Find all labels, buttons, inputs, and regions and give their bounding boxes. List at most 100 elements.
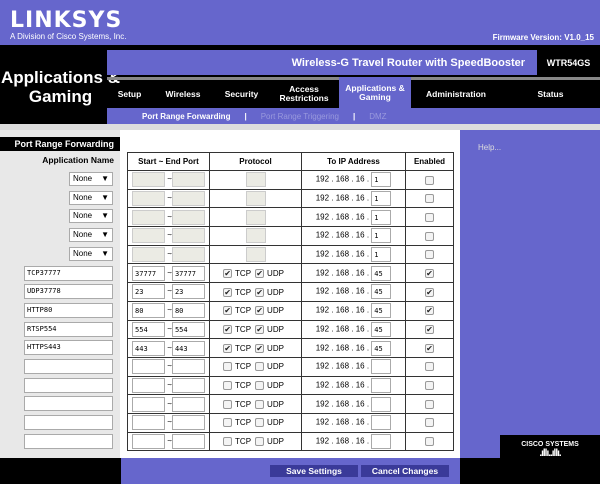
start-port-input[interactable]: 37777 bbox=[132, 265, 166, 281]
application-name-input[interactable]: HTTPS443 bbox=[24, 340, 113, 356]
ip-last-octet-input[interactable]: 1 bbox=[371, 209, 392, 225]
tcp-checkbox[interactable] bbox=[223, 381, 233, 391]
end-port-input[interactable] bbox=[171, 433, 205, 449]
ip-last-octet-input[interactable] bbox=[371, 396, 392, 412]
start-port-input[interactable] bbox=[132, 415, 166, 431]
ip-last-octet-input[interactable] bbox=[371, 377, 392, 393]
nav-tab-1[interactable]: Wireless bbox=[152, 80, 214, 108]
end-port-input[interactable] bbox=[171, 415, 205, 431]
start-port-input[interactable]: 554 bbox=[132, 321, 166, 337]
udp-checkbox[interactable] bbox=[255, 418, 265, 428]
tcp-checkbox[interactable]: ✔ bbox=[223, 306, 233, 316]
ip-last-octet-input[interactable]: 45 bbox=[371, 265, 392, 281]
enabled-checkbox[interactable] bbox=[425, 418, 434, 428]
end-port-input[interactable]: 23 bbox=[171, 284, 205, 300]
start-port-input[interactable]: 443 bbox=[132, 340, 166, 356]
app-row: None ▼ bbox=[0, 189, 120, 208]
udp-checkbox[interactable]: ✔ bbox=[255, 287, 265, 297]
subnav-tab-0[interactable]: Port Range Forwarding bbox=[142, 112, 230, 121]
tcp-checkbox[interactable] bbox=[223, 399, 233, 409]
start-port-input[interactable] bbox=[132, 377, 166, 393]
ip-prefix: 192 . 168 . 16 . bbox=[315, 436, 370, 446]
application-select[interactable]: None ▼ bbox=[69, 172, 113, 186]
nav-tab-3[interactable]: Access Restrictions bbox=[269, 80, 339, 108]
tcp-checkbox[interactable]: ✔ bbox=[223, 325, 233, 335]
application-name-input[interactable] bbox=[24, 396, 113, 412]
end-port-input[interactable] bbox=[171, 396, 205, 412]
enabled-checkbox[interactable] bbox=[425, 212, 434, 222]
application-name-input[interactable] bbox=[24, 415, 113, 431]
help-link[interactable]: Help... bbox=[478, 143, 501, 152]
start-port-input[interactable] bbox=[132, 359, 166, 375]
subnav-tab-1[interactable]: Port Range Triggering bbox=[261, 112, 339, 121]
application-name-input[interactable]: RTSP554 bbox=[24, 321, 113, 337]
application-name-input[interactable] bbox=[24, 359, 113, 374]
application-name-input[interactable]: TCP37777 bbox=[24, 265, 113, 281]
udp-checkbox[interactable] bbox=[255, 437, 265, 447]
application-select[interactable]: None ▼ bbox=[69, 228, 113, 243]
nav-tab-4[interactable]: Applications & Gaming bbox=[339, 77, 411, 108]
tcp-checkbox[interactable] bbox=[223, 437, 233, 447]
end-port-input[interactable] bbox=[171, 377, 205, 393]
enabled-checkbox[interactable]: ✔ bbox=[425, 306, 434, 316]
save-settings-button[interactable]: Save Settings bbox=[270, 465, 358, 477]
udp-checkbox[interactable]: ✔ bbox=[255, 343, 265, 353]
nav-tab-5[interactable]: Administration bbox=[411, 80, 501, 108]
application-name-input[interactable]: UDP37778 bbox=[24, 284, 113, 300]
application-name-input[interactable]: HTTP80 bbox=[24, 302, 113, 318]
application-name-input[interactable] bbox=[24, 377, 113, 393]
start-port-input[interactable] bbox=[132, 433, 166, 449]
application-select[interactable]: None ▼ bbox=[69, 209, 113, 224]
start-port-input[interactable]: 23 bbox=[132, 284, 166, 300]
enabled-checkbox[interactable] bbox=[425, 231, 434, 241]
enabled-checkbox[interactable]: ✔ bbox=[425, 325, 434, 335]
ip-last-octet-input[interactable] bbox=[371, 359, 392, 375]
subnav-tab-2[interactable]: DMZ bbox=[369, 112, 386, 121]
ip-last-octet-input[interactable]: 45 bbox=[371, 340, 392, 356]
enabled-checkbox[interactable]: ✔ bbox=[425, 287, 434, 297]
udp-checkbox[interactable]: ✔ bbox=[255, 268, 265, 278]
cancel-changes-button[interactable]: Cancel Changes bbox=[361, 465, 449, 477]
ip-last-octet-input[interactable]: 1 bbox=[371, 247, 392, 263]
application-select[interactable]: None ▼ bbox=[69, 246, 113, 261]
enabled-checkbox[interactable] bbox=[425, 194, 434, 204]
end-port-input[interactable]: 554 bbox=[171, 321, 205, 337]
nav-tab-0[interactable]: Setup bbox=[107, 80, 152, 108]
end-port-input[interactable]: 443 bbox=[171, 340, 205, 356]
enabled-checkbox[interactable]: ✔ bbox=[425, 343, 434, 353]
enabled-checkbox[interactable] bbox=[425, 399, 434, 409]
udp-checkbox[interactable]: ✔ bbox=[255, 306, 265, 316]
udp-checkbox[interactable] bbox=[255, 399, 265, 409]
tcp-checkbox[interactable]: ✔ bbox=[223, 268, 233, 278]
application-select[interactable]: None ▼ bbox=[69, 190, 113, 205]
enabled-checkbox[interactable]: ✔ bbox=[425, 268, 434, 278]
tcp-checkbox[interactable] bbox=[223, 362, 233, 372]
end-port-input[interactable]: 37777 bbox=[171, 265, 205, 281]
nav-tab-2[interactable]: Security bbox=[214, 80, 269, 108]
enabled-checkbox[interactable] bbox=[425, 250, 434, 260]
udp-checkbox[interactable] bbox=[255, 381, 265, 391]
ip-last-octet-input[interactable]: 45 bbox=[371, 284, 392, 300]
tcp-checkbox[interactable] bbox=[223, 418, 233, 428]
ip-last-octet-input[interactable]: 1 bbox=[371, 228, 392, 244]
enabled-checkbox[interactable] bbox=[425, 437, 434, 447]
udp-checkbox[interactable] bbox=[255, 362, 265, 372]
end-port-input[interactable] bbox=[171, 359, 205, 375]
tcp-checkbox[interactable]: ✔ bbox=[223, 287, 233, 297]
nav-tab-6[interactable]: Status bbox=[501, 80, 600, 108]
enabled-checkbox[interactable] bbox=[425, 175, 434, 185]
ip-last-octet-input[interactable] bbox=[371, 415, 392, 431]
ip-last-octet-input[interactable]: 1 bbox=[371, 172, 392, 188]
tcp-checkbox[interactable]: ✔ bbox=[223, 343, 233, 353]
application-name-input[interactable] bbox=[24, 433, 113, 449]
start-port-input[interactable] bbox=[132, 396, 166, 412]
end-port-input[interactable]: 80 bbox=[171, 303, 205, 319]
ip-last-octet-input[interactable]: 1 bbox=[371, 191, 392, 207]
enabled-checkbox[interactable] bbox=[425, 362, 434, 372]
start-port-input[interactable]: 80 bbox=[132, 303, 166, 319]
ip-last-octet-input[interactable]: 45 bbox=[371, 303, 392, 319]
ip-last-octet-input[interactable]: 45 bbox=[371, 321, 392, 337]
ip-last-octet-input[interactable] bbox=[371, 433, 392, 449]
enabled-checkbox[interactable] bbox=[425, 381, 434, 391]
udp-checkbox[interactable]: ✔ bbox=[255, 325, 265, 335]
